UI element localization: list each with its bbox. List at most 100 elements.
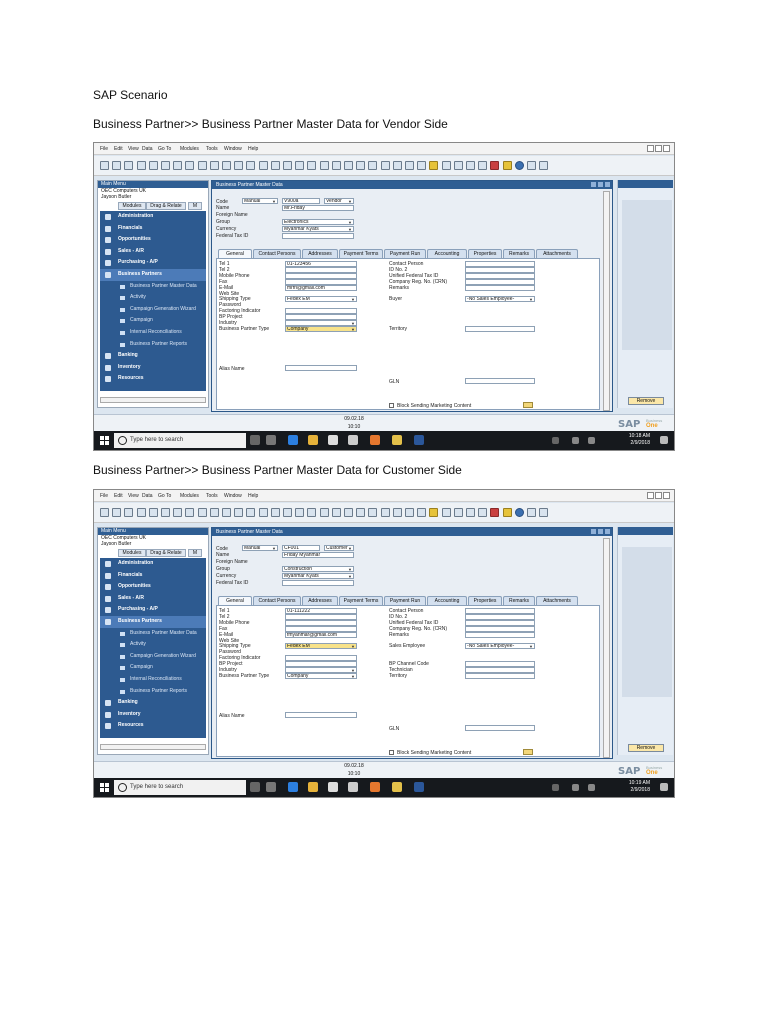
module-item[interactable]: Administration — [100, 558, 206, 570]
filter-icon[interactable] — [331, 161, 341, 170]
tab-remarks[interactable]: Remarks — [503, 596, 535, 605]
launch-icon[interactable] — [209, 161, 219, 170]
tab-accounting[interactable]: Accounting — [427, 596, 467, 605]
help-icon[interactable] — [514, 161, 524, 170]
restore-button[interactable] — [655, 492, 662, 499]
sort-icon[interactable] — [344, 508, 353, 517]
target-document-icon[interactable] — [319, 508, 329, 517]
menu-item[interactable]: File — [100, 493, 108, 499]
group-select[interactable]: Construction — [282, 566, 354, 572]
next-record-icon[interactable] — [283, 508, 292, 517]
menu-item[interactable]: Tools — [206, 493, 218, 499]
minimize-button[interactable] — [647, 492, 654, 499]
module-item[interactable]: Campaign — [100, 662, 206, 674]
vertical-scrollbar[interactable] — [603, 191, 610, 411]
new-icon[interactable] — [100, 161, 109, 170]
word-icon[interactable] — [414, 782, 424, 792]
ellipsis-button[interactable] — [523, 402, 533, 408]
drag-relate-icon[interactable] — [441, 161, 451, 170]
group-select[interactable]: Electronics — [282, 219, 354, 225]
module-item[interactable]: Opportunities — [100, 581, 206, 593]
copy-icon[interactable] — [453, 161, 463, 170]
code-input[interactable]: CF001 — [282, 545, 320, 551]
tab-contact-persons[interactable]: Contact Persons — [253, 249, 301, 258]
field-input[interactable]: mrfri@gmail.com — [285, 284, 357, 291]
module-item[interactable]: Purchasing - A/P — [100, 604, 206, 616]
module-item[interactable]: Campaign Generation Wizard — [100, 304, 206, 316]
close-button[interactable] — [663, 492, 670, 499]
relation-map-icon[interactable] — [392, 508, 402, 517]
tab-properties[interactable]: Properties — [468, 249, 502, 258]
code-mode-select[interactable]: Manual — [242, 198, 278, 204]
main-menu-tab[interactable]: M — [188, 549, 202, 557]
tab-addresses[interactable]: Addresses — [302, 249, 338, 258]
menu-item[interactable]: View — [128, 146, 139, 152]
main-menu-tab[interactable]: Modules — [118, 202, 146, 210]
menu-item[interactable]: Tools — [206, 146, 218, 152]
pdf-icon[interactable] — [197, 161, 207, 170]
previous-record-icon[interactable] — [270, 508, 280, 517]
tab-remarks[interactable]: Remarks — [503, 249, 535, 258]
volume-icon[interactable] — [588, 784, 595, 791]
menu-item[interactable]: File — [100, 146, 108, 152]
messages-icon[interactable] — [417, 161, 427, 170]
find-icon[interactable] — [234, 161, 244, 170]
add-icon[interactable] — [246, 508, 256, 517]
alerts-icon[interactable] — [429, 508, 439, 517]
lock-icon[interactable] — [222, 508, 231, 517]
module-item[interactable]: Sales - A/R — [100, 246, 206, 258]
federal-tax-input[interactable] — [282, 233, 354, 239]
last-record-icon[interactable] — [295, 161, 305, 170]
tab-attachments[interactable]: Attachments — [536, 249, 578, 258]
main-menu-tab[interactable]: Drag & Relate — [146, 202, 186, 210]
pdf-icon[interactable] — [197, 508, 207, 517]
field-input[interactable] — [465, 284, 535, 291]
report-icon[interactable] — [502, 508, 512, 517]
base-document-icon[interactable] — [307, 161, 317, 170]
preview-icon[interactable] — [124, 508, 134, 517]
module-item[interactable]: Business Partner Reports — [100, 339, 206, 351]
name-input[interactable]: Friday Myanmar — [282, 552, 354, 558]
menu-item[interactable]: Help — [248, 493, 258, 499]
main-menu-tab[interactable]: Modules — [118, 549, 146, 557]
filter-icon[interactable] — [331, 508, 341, 517]
add-icon[interactable] — [246, 161, 256, 170]
people-icon[interactable] — [552, 437, 559, 444]
module-item[interactable]: Resources — [100, 373, 206, 385]
menu-item[interactable]: Data — [142, 146, 153, 152]
module-item[interactable]: Business Partner Reports — [100, 686, 206, 698]
field-input[interactable]: Fedex EM — [285, 296, 357, 303]
taskbar-search-box[interactable]: Type here to search — [114, 433, 246, 448]
field-input[interactable]: Fedex EM — [285, 643, 357, 650]
menu-item[interactable]: View — [128, 493, 139, 499]
module-item[interactable]: Campaign Generation Wizard — [100, 651, 206, 663]
fax-icon[interactable] — [161, 161, 170, 170]
tab-general[interactable]: General — [218, 249, 252, 258]
module-item[interactable]: Inventory — [100, 709, 206, 721]
first-record-icon[interactable] — [258, 161, 268, 170]
minimize-button[interactable] — [591, 182, 596, 187]
launch-icon[interactable] — [209, 508, 219, 517]
sap-business-one-icon[interactable] — [392, 435, 402, 445]
tiles-icon[interactable] — [527, 508, 536, 517]
notifications-icon[interactable] — [660, 783, 668, 791]
tab-contact-persons[interactable]: Contact Persons — [253, 596, 301, 605]
taskbar-clock[interactable]: 10:19 AM 2/9/2018 — [629, 780, 650, 794]
federal-tax-input[interactable] — [282, 580, 354, 586]
remove-button[interactable]: Remove — [628, 744, 664, 752]
new-icon[interactable] — [100, 508, 109, 517]
query-icon[interactable] — [490, 161, 500, 170]
currency-select[interactable]: Myanmar Kyats — [282, 573, 354, 579]
tab-addresses[interactable]: Addresses — [302, 596, 338, 605]
gln-input[interactable] — [465, 378, 535, 384]
field-input[interactable] — [465, 325, 535, 332]
alerts-icon[interactable] — [429, 161, 439, 170]
main-menu-tab[interactable]: M — [188, 202, 202, 210]
bp-type-select[interactable]: Customer — [324, 545, 354, 551]
calendar-icon[interactable] — [405, 508, 414, 517]
query-icon[interactable] — [490, 508, 500, 517]
menu-item[interactable]: Modules — [180, 493, 199, 499]
mail-icon[interactable] — [348, 435, 358, 445]
module-item[interactable]: Campaign — [100, 315, 206, 327]
windows-start-icon[interactable] — [100, 436, 109, 445]
